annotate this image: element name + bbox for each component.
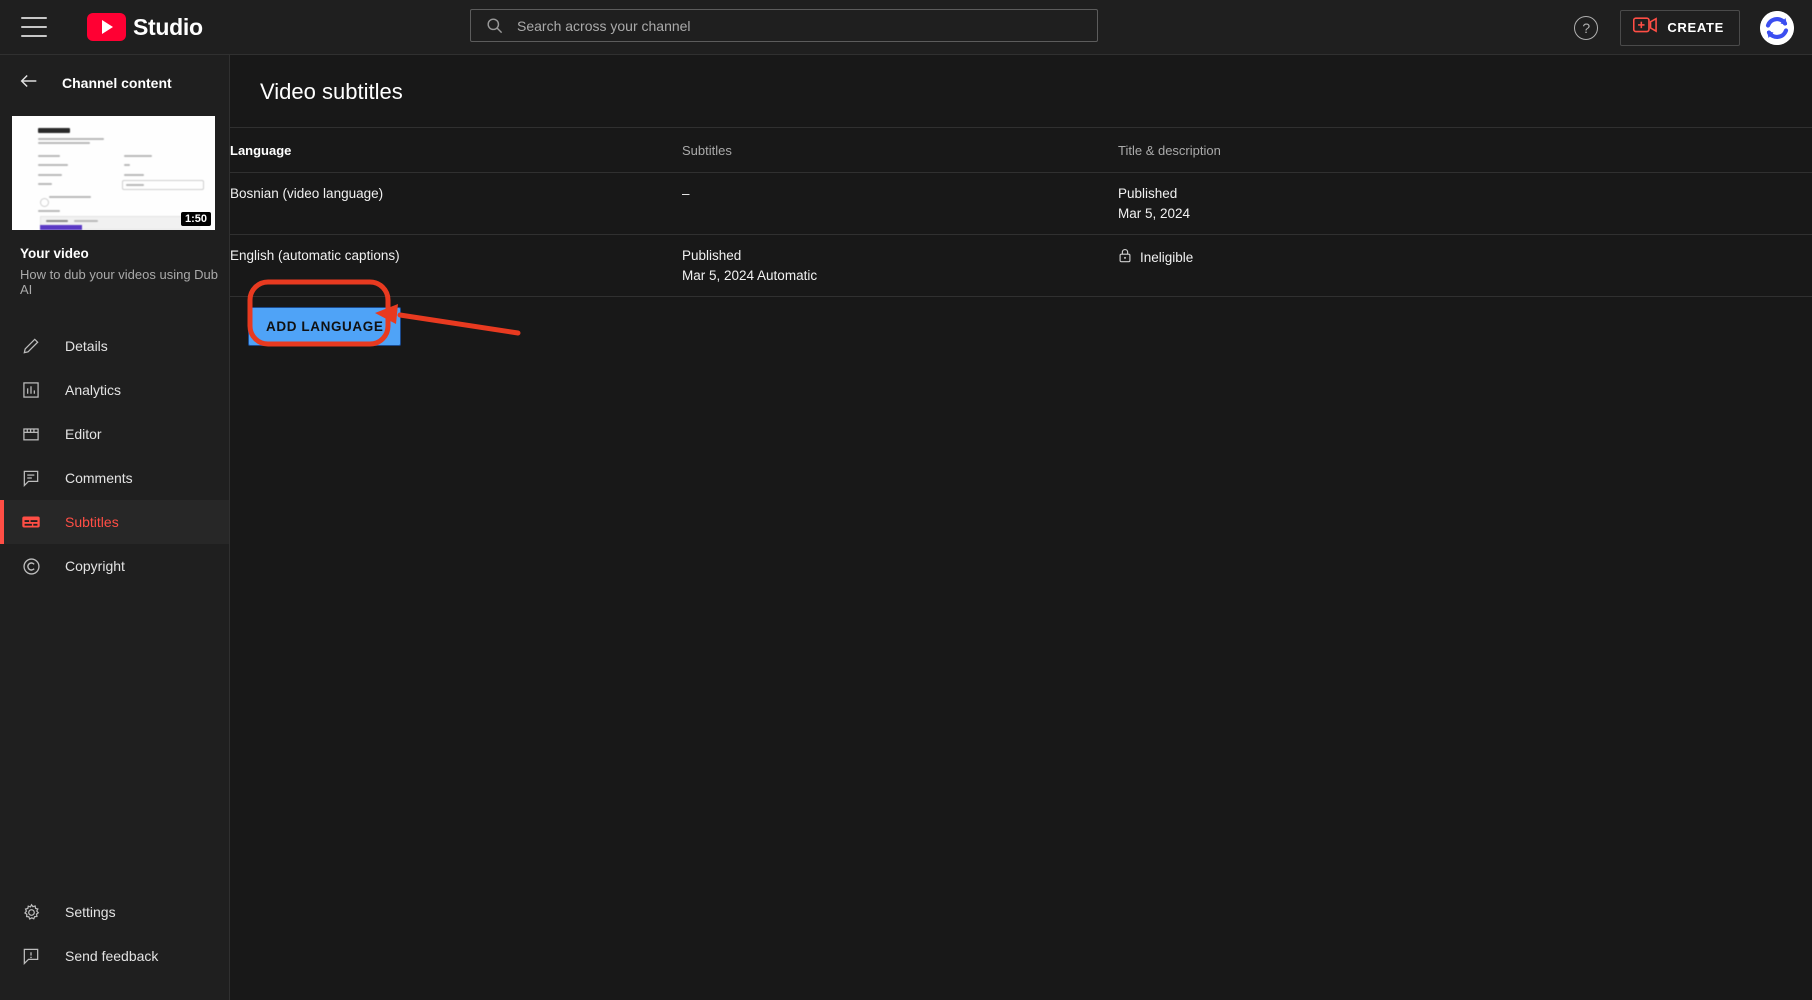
clapperboard-icon xyxy=(19,422,43,446)
sidebar-item-label: Comments xyxy=(65,470,133,486)
table-header: Language Subtitles Title & description xyxy=(230,127,1812,173)
sidebar: Channel content 1:50 Your video How to d… xyxy=(0,55,230,1000)
sidebar-item-label: Details xyxy=(65,338,108,354)
search-bar[interactable] xyxy=(470,9,1098,42)
search-input[interactable] xyxy=(517,17,1097,34)
row-title-status: Ineligible xyxy=(1118,235,1812,296)
column-header-title-description: Title & description xyxy=(1118,143,1221,158)
video-plus-icon xyxy=(1633,16,1658,39)
row-title-status: Published Mar 5, 2024 xyxy=(1118,173,1812,234)
search-icon xyxy=(485,16,504,35)
row-subtitles-status: – xyxy=(682,173,1118,234)
column-header-subtitles: Subtitles xyxy=(682,143,732,158)
sidebar-item-label: Send feedback xyxy=(65,948,159,964)
comment-icon xyxy=(19,466,43,490)
table-row[interactable]: English (automatic captions) Published M… xyxy=(230,235,1812,297)
top-bar-actions: ? CREATE xyxy=(1574,0,1794,55)
thumbnail-duration: 1:50 xyxy=(180,212,211,226)
studio-brand-logo[interactable]: Studio xyxy=(87,13,203,41)
table-row[interactable]: Bosnian (video language) – Published Mar… xyxy=(230,173,1812,235)
row-language: English (automatic captions) xyxy=(230,248,400,263)
gear-icon xyxy=(19,900,43,924)
feedback-icon xyxy=(19,944,43,968)
arrow-left-icon xyxy=(18,70,40,97)
sidebar-nav: Details Analytics Editor Comments Subtit… xyxy=(0,324,229,588)
row-subtitles-line1: Published xyxy=(682,248,742,263)
sidebar-item-settings[interactable]: Settings xyxy=(0,890,230,934)
top-bar: Studio ? CREATE xyxy=(0,0,1812,55)
pencil-icon xyxy=(19,334,43,358)
hamburger-menu-icon[interactable] xyxy=(21,17,47,37)
sidebar-item-label: Copyright xyxy=(65,558,125,574)
back-to-channel-content[interactable]: Channel content xyxy=(0,55,229,111)
sidebar-item-copyright[interactable]: Copyright xyxy=(0,544,229,588)
add-language-button[interactable]: ADD LANGUAGE xyxy=(248,307,402,346)
avatar-sync-arrows-icon xyxy=(1760,10,1794,45)
sidebar-item-comments[interactable]: Comments xyxy=(0,456,229,500)
page-title: Video subtitles xyxy=(260,79,403,104)
row-language: Bosnian (video language) xyxy=(230,186,384,201)
youtube-logo-icon xyxy=(87,13,126,41)
sidebar-item-label: Editor xyxy=(65,426,102,442)
row-title-line2: Mar 5, 2024 xyxy=(1118,206,1191,221)
lock-icon xyxy=(1118,248,1132,266)
create-button-label: CREATE xyxy=(1667,20,1724,35)
copyright-icon xyxy=(19,554,43,578)
help-icon[interactable]: ? xyxy=(1574,15,1599,40)
sidebar-item-send-feedback[interactable]: Send feedback xyxy=(0,934,230,978)
subtitles-table: Language Subtitles Title & description B… xyxy=(230,127,1812,297)
sidebar-video-description: How to dub your videos using Dub AI xyxy=(20,267,219,297)
brand-text: Studio xyxy=(133,13,203,40)
sidebar-item-label: Subtitles xyxy=(65,514,119,530)
row-subtitles-status: Published Mar 5, 2024 Automatic xyxy=(682,235,1118,296)
sidebar-item-label: Analytics xyxy=(65,382,122,398)
sidebar-video-title: Your video xyxy=(20,246,89,261)
video-thumbnail[interactable]: 1:50 xyxy=(12,116,215,230)
main-content: Video subtitles Language Subtitles Title… xyxy=(230,55,1812,1000)
sidebar-item-editor[interactable]: Editor xyxy=(0,412,229,456)
sidebar-item-subtitles[interactable]: Subtitles xyxy=(0,500,229,544)
sidebar-bottom-nav: Settings Send feedback xyxy=(0,890,230,978)
row-subtitles-line1: – xyxy=(682,186,690,201)
avatar[interactable] xyxy=(1760,10,1794,45)
row-subtitles-line2: Mar 5, 2024 Automatic xyxy=(682,268,818,283)
subtitles-icon xyxy=(19,510,43,534)
back-label: Channel content xyxy=(62,75,172,91)
row-title-line1: Published xyxy=(1118,186,1178,201)
sidebar-item-analytics[interactable]: Analytics xyxy=(0,368,229,412)
sidebar-item-label: Settings xyxy=(65,904,116,920)
bar-chart-icon xyxy=(19,378,43,402)
create-button[interactable]: CREATE xyxy=(1620,9,1740,46)
row-title-line1: Ineligible xyxy=(1140,249,1194,265)
column-header-language: Language xyxy=(230,143,292,158)
sidebar-item-details[interactable]: Details xyxy=(0,324,229,368)
